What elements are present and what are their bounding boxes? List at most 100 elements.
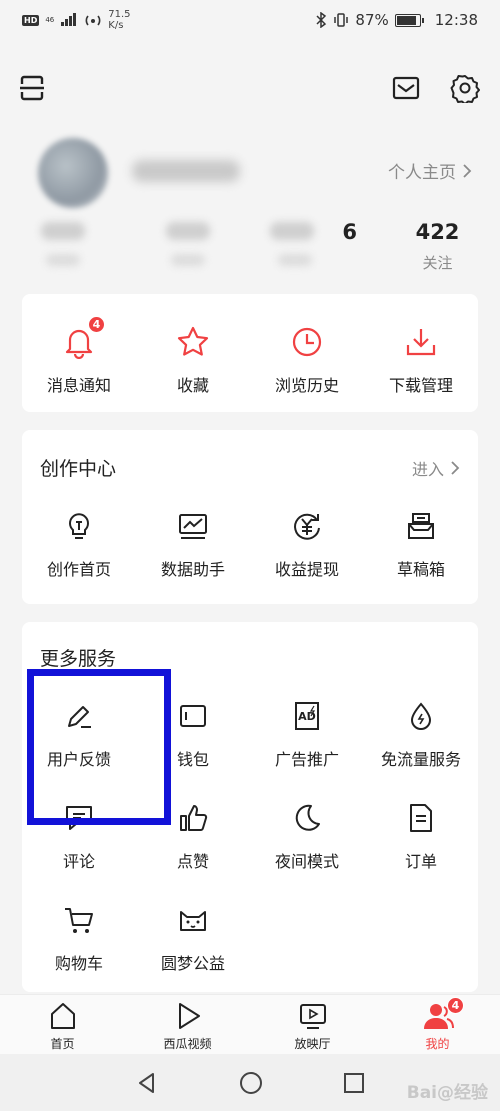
tab-xigua-video[interactable]: 西瓜视频 xyxy=(125,995,250,1054)
highlight-box xyxy=(27,669,171,825)
cart-button[interactable]: 购物车 xyxy=(22,900,136,1002)
free-data-button[interactable]: 免流量服务 xyxy=(364,696,478,798)
data-assistant-button[interactable]: 数据助手 xyxy=(136,506,250,608)
home-link-label: 个人主页 xyxy=(388,163,456,183)
home-circle-icon[interactable] xyxy=(239,1071,263,1095)
home-icon xyxy=(50,1003,75,1029)
settings-gear-icon[interactable] xyxy=(447,70,483,106)
stat-value: 6 xyxy=(342,220,357,244)
tab-theater-label: 放映厅 xyxy=(294,1037,331,1051)
cart-icon xyxy=(59,900,99,940)
stats-row: 6 422 关注 xyxy=(0,220,500,280)
ad-promotion-button[interactable]: AD 广告推广 xyxy=(250,696,364,798)
notification-badge: 4 xyxy=(88,316,105,333)
watermark: Bai@经验 xyxy=(406,1083,488,1103)
status-right: 87% 12:38 xyxy=(315,11,478,29)
order-icon xyxy=(401,798,441,838)
drafts-button[interactable]: 草稿箱 xyxy=(364,506,478,608)
more-services-title: 更多服务 xyxy=(40,648,117,670)
creation-center-title: 创作中心 xyxy=(40,458,117,480)
tab-home-label: 首页 xyxy=(50,1037,75,1051)
creation-home-button[interactable]: 创作首页 xyxy=(22,506,136,608)
status-bar: HD 46 71.5 K/s 87% 12:38 xyxy=(0,0,500,40)
cart-label: 购物车 xyxy=(54,954,103,973)
data-assistant-label: 数据助手 xyxy=(160,560,225,579)
free-data-label: 免流量服务 xyxy=(380,750,461,769)
hd-badge: HD xyxy=(22,14,40,26)
night-mode-label: 夜间模式 xyxy=(274,852,339,871)
creation-grid: 创作首页 数据助手 收益提现 草稿箱 xyxy=(22,506,478,608)
tab-xigua-label: 西瓜视频 xyxy=(163,1037,212,1051)
wallet-icon xyxy=(173,696,213,736)
clock-icon xyxy=(287,322,327,362)
earnings-label: 收益提现 xyxy=(274,560,339,579)
hotspot-icon xyxy=(85,15,101,26)
enter-label: 进入 xyxy=(411,460,444,479)
battery-icon xyxy=(394,13,424,27)
orders-button[interactable]: 订单 xyxy=(364,798,478,900)
earnings-withdraw-button[interactable]: 收益提现 xyxy=(250,506,364,608)
tab-theater[interactable]: 放映厅 xyxy=(250,995,375,1054)
tab-mine[interactable]: 4 我的 xyxy=(375,995,500,1054)
tab-mine-label: 我的 xyxy=(425,1037,450,1051)
drop-icon xyxy=(401,696,441,736)
favorites-button[interactable]: 收藏 xyxy=(136,294,250,412)
chevron-right-icon xyxy=(463,163,472,178)
bluetooth-icon xyxy=(316,12,327,28)
chart-monitor-icon xyxy=(173,506,213,546)
notifications-label: 消息通知 xyxy=(46,376,111,395)
creation-center-card: 创作中心 进入 创作首页 数据助手 收益提现 草稿箱 xyxy=(22,430,478,604)
comments-label: 评论 xyxy=(62,852,95,871)
notifications-button[interactable]: 4 消息通知 xyxy=(22,294,136,412)
network-speed: 71.5 K/s xyxy=(108,9,130,31)
chevron-right-icon xyxy=(451,461,460,475)
battery-percent: 87% xyxy=(355,11,389,29)
personal-homepage-link[interactable]: 个人主页 xyxy=(388,158,472,183)
charity-label: 圆梦公益 xyxy=(160,954,225,973)
top-bar xyxy=(0,62,500,114)
recents-square-icon[interactable] xyxy=(343,1072,365,1094)
stat-blurred-2[interactable] xyxy=(125,220,250,280)
orders-label: 订单 xyxy=(404,852,437,871)
likes-label: 点赞 xyxy=(176,852,209,871)
vibrate-icon xyxy=(334,13,349,27)
history-label: 浏览历史 xyxy=(274,376,339,395)
signal-type: 46 xyxy=(45,15,55,24)
ad-icon: AD xyxy=(287,696,327,736)
clock-time: 12:38 xyxy=(434,11,478,29)
bulb-icon xyxy=(59,506,99,546)
night-mode-button[interactable]: 夜间模式 xyxy=(250,798,364,900)
username-blurred[interactable] xyxy=(132,160,240,182)
status-left: HD 46 71.5 K/s xyxy=(22,9,131,31)
stat-partial[interactable]: 6 xyxy=(250,220,375,280)
speed-value: 71.5 xyxy=(108,9,131,20)
creation-center-enter-link[interactable]: 进入 xyxy=(412,456,460,480)
quick-actions-card: 4 消息通知 收藏 浏览历史 下载管理 xyxy=(22,294,478,412)
wallet-label: 钱包 xyxy=(176,750,209,769)
drafts-label: 草稿箱 xyxy=(396,560,445,579)
following-count: 422 xyxy=(415,220,460,244)
moon-icon xyxy=(287,798,327,838)
stat-following[interactable]: 422 关注 xyxy=(375,220,500,280)
download-icon xyxy=(401,322,441,362)
mail-icon[interactable] xyxy=(388,70,424,106)
mine-badge: 4 xyxy=(447,997,464,1014)
favorites-label: 收藏 xyxy=(176,376,209,395)
history-button[interactable]: 浏览历史 xyxy=(250,294,364,412)
avatar[interactable] xyxy=(38,138,108,208)
downloads-button[interactable]: 下载管理 xyxy=(364,294,478,412)
charity-button[interactable]: 圆梦公益 xyxy=(136,900,250,1002)
following-label: 关注 xyxy=(422,254,453,272)
thumb-up-icon xyxy=(173,798,213,838)
tab-home[interactable]: 首页 xyxy=(0,995,125,1054)
scan-icon[interactable] xyxy=(14,70,50,106)
cat-icon xyxy=(173,900,213,940)
star-icon xyxy=(173,322,213,362)
speed-unit: K/s xyxy=(108,20,124,31)
cell-signal-icon xyxy=(61,13,77,26)
back-icon[interactable] xyxy=(135,1071,159,1095)
ad-promotion-label: 广告推广 xyxy=(274,750,339,769)
tv-icon xyxy=(299,1004,326,1029)
bottom-tab-bar: 首页 西瓜视频 放映厅 4 我的 xyxy=(0,994,500,1054)
stat-blurred-1[interactable] xyxy=(0,220,125,280)
